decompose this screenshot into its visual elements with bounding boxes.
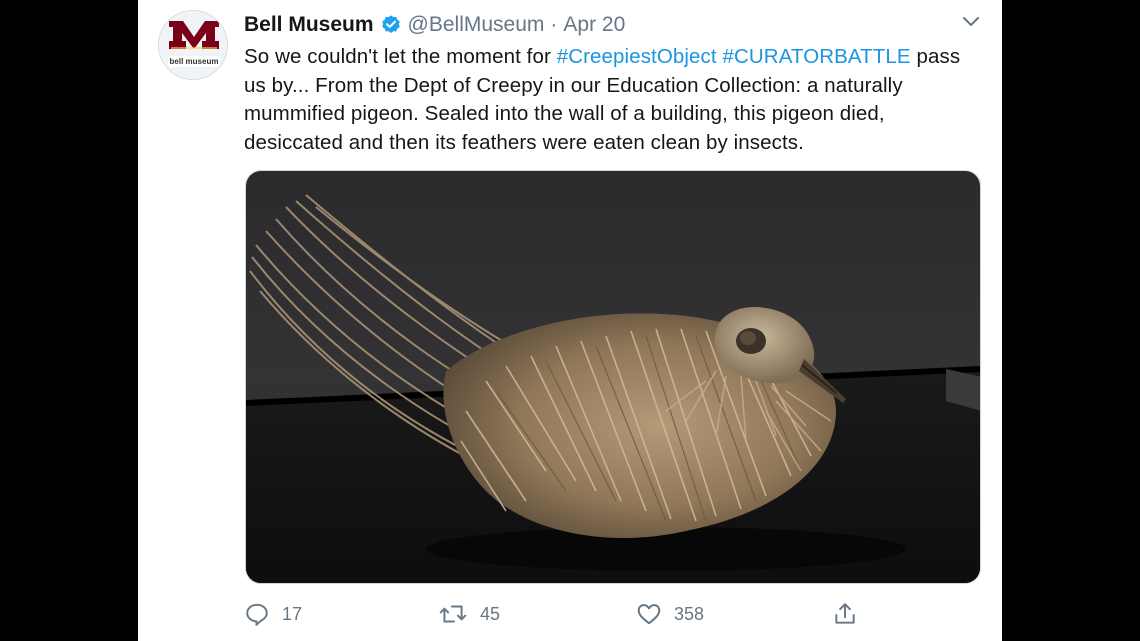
retweet-count: 45 xyxy=(480,603,501,624)
tweet-line-2: us by... From the Dept of Creepy in our … xyxy=(244,73,903,97)
tweet-date[interactable]: Apr 20 xyxy=(563,13,625,37)
tweet-card: bell museum Bell Museum @BellMuseum · Ap… xyxy=(138,0,1002,641)
tweet-line-1: So we couldn't let the moment for #Creep… xyxy=(244,43,984,72)
letterbox-right xyxy=(1002,0,1140,641)
retweet-icon xyxy=(439,605,467,623)
heart-icon xyxy=(637,604,661,625)
mummified-pigeon-photo xyxy=(246,171,980,583)
like-count: 358 xyxy=(674,603,705,624)
reply-button[interactable]: 17 xyxy=(244,598,302,630)
chevron-down-icon[interactable] xyxy=(960,10,982,32)
reply-count: 17 xyxy=(282,603,303,624)
tweet-actions: 17 45 358 xyxy=(244,598,864,630)
share-icon xyxy=(835,603,855,624)
reply-icon xyxy=(246,603,268,626)
display-name[interactable]: Bell Museum xyxy=(244,13,374,37)
tweet-line-3: mummified pigeon. Sealed into the wall o… xyxy=(244,102,885,125)
tweet-photo[interactable] xyxy=(245,170,981,584)
tweet-line-4: desiccated and then its feathers were ea… xyxy=(244,130,804,154)
share-button[interactable] xyxy=(832,598,870,630)
hashtag-curator-battle[interactable]: #CURATORBATTLE xyxy=(722,45,910,68)
letterbox-left xyxy=(0,0,138,641)
verified-badge-icon xyxy=(380,14,402,36)
tweet-header: Bell Museum @BellMuseum · Apr 20 xyxy=(244,10,625,40)
like-button[interactable]: 358 xyxy=(636,598,704,630)
avatar[interactable]: bell museum xyxy=(158,10,228,80)
handle[interactable]: @BellMuseum xyxy=(408,13,545,37)
tweet-text-segment: pass xyxy=(910,45,961,68)
separator-dot: · xyxy=(550,13,558,36)
retweet-button[interactable]: 45 xyxy=(438,598,500,630)
bell-museum-logo xyxy=(159,11,227,79)
hashtag-creepiest-object[interactable]: #CreepiestObject xyxy=(557,45,717,68)
tweet-text: So we couldn't let the moment for #Creep… xyxy=(244,43,984,157)
tweet-text-segment: So we couldn't let the moment for xyxy=(244,45,557,68)
avatar-logo-text: bell museum xyxy=(169,57,219,66)
